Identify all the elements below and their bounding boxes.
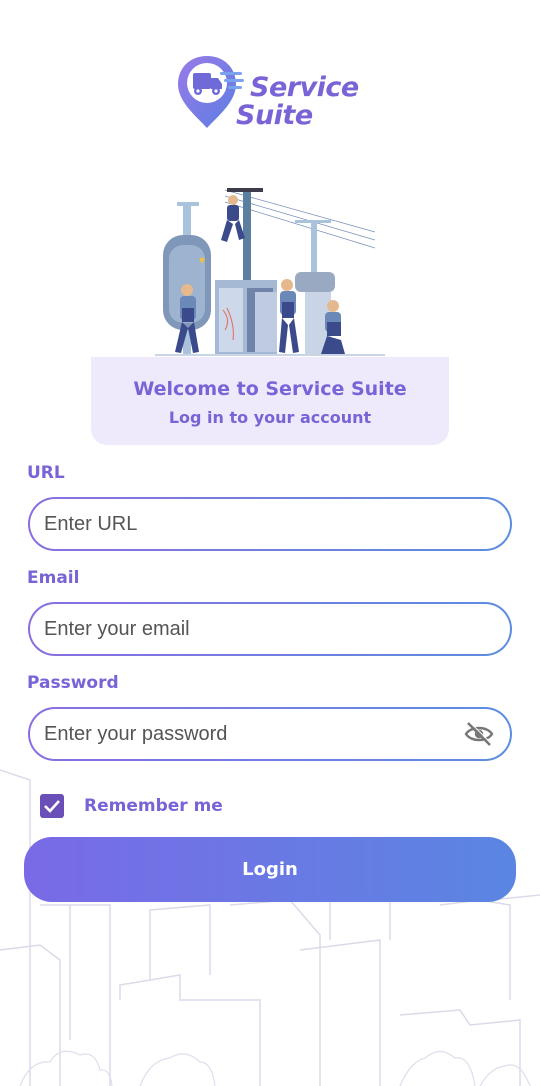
eye-off-icon[interactable]	[464, 721, 494, 747]
url-input[interactable]	[44, 512, 494, 536]
email-label: Email	[27, 568, 80, 588]
login-button[interactable]: Login	[24, 837, 516, 902]
logo-text-suite: Suite	[236, 100, 313, 131]
remember-me-row: Remember me	[40, 793, 223, 819]
password-field-wrapper	[28, 707, 512, 761]
url-field-wrapper	[28, 497, 512, 551]
checkmark-icon	[44, 800, 60, 813]
url-label: URL	[27, 463, 65, 483]
email-field-wrapper	[28, 602, 512, 656]
remember-me-checkbox[interactable]	[40, 794, 64, 818]
welcome-subtitle: Log in to your account	[168, 408, 372, 427]
remember-me-label: Remember me	[84, 796, 223, 816]
logo-text-service: Service	[250, 72, 359, 103]
welcome-title: Welcome to Service Suite	[133, 378, 407, 400]
email-input[interactable]	[44, 617, 494, 641]
technicians-illustration	[155, 188, 385, 356]
app-logo: Service Suite	[170, 52, 380, 132]
password-input[interactable]	[44, 722, 464, 746]
welcome-card: Welcome to Service Suite Log in to your …	[91, 357, 449, 445]
password-label: Password	[27, 673, 119, 693]
